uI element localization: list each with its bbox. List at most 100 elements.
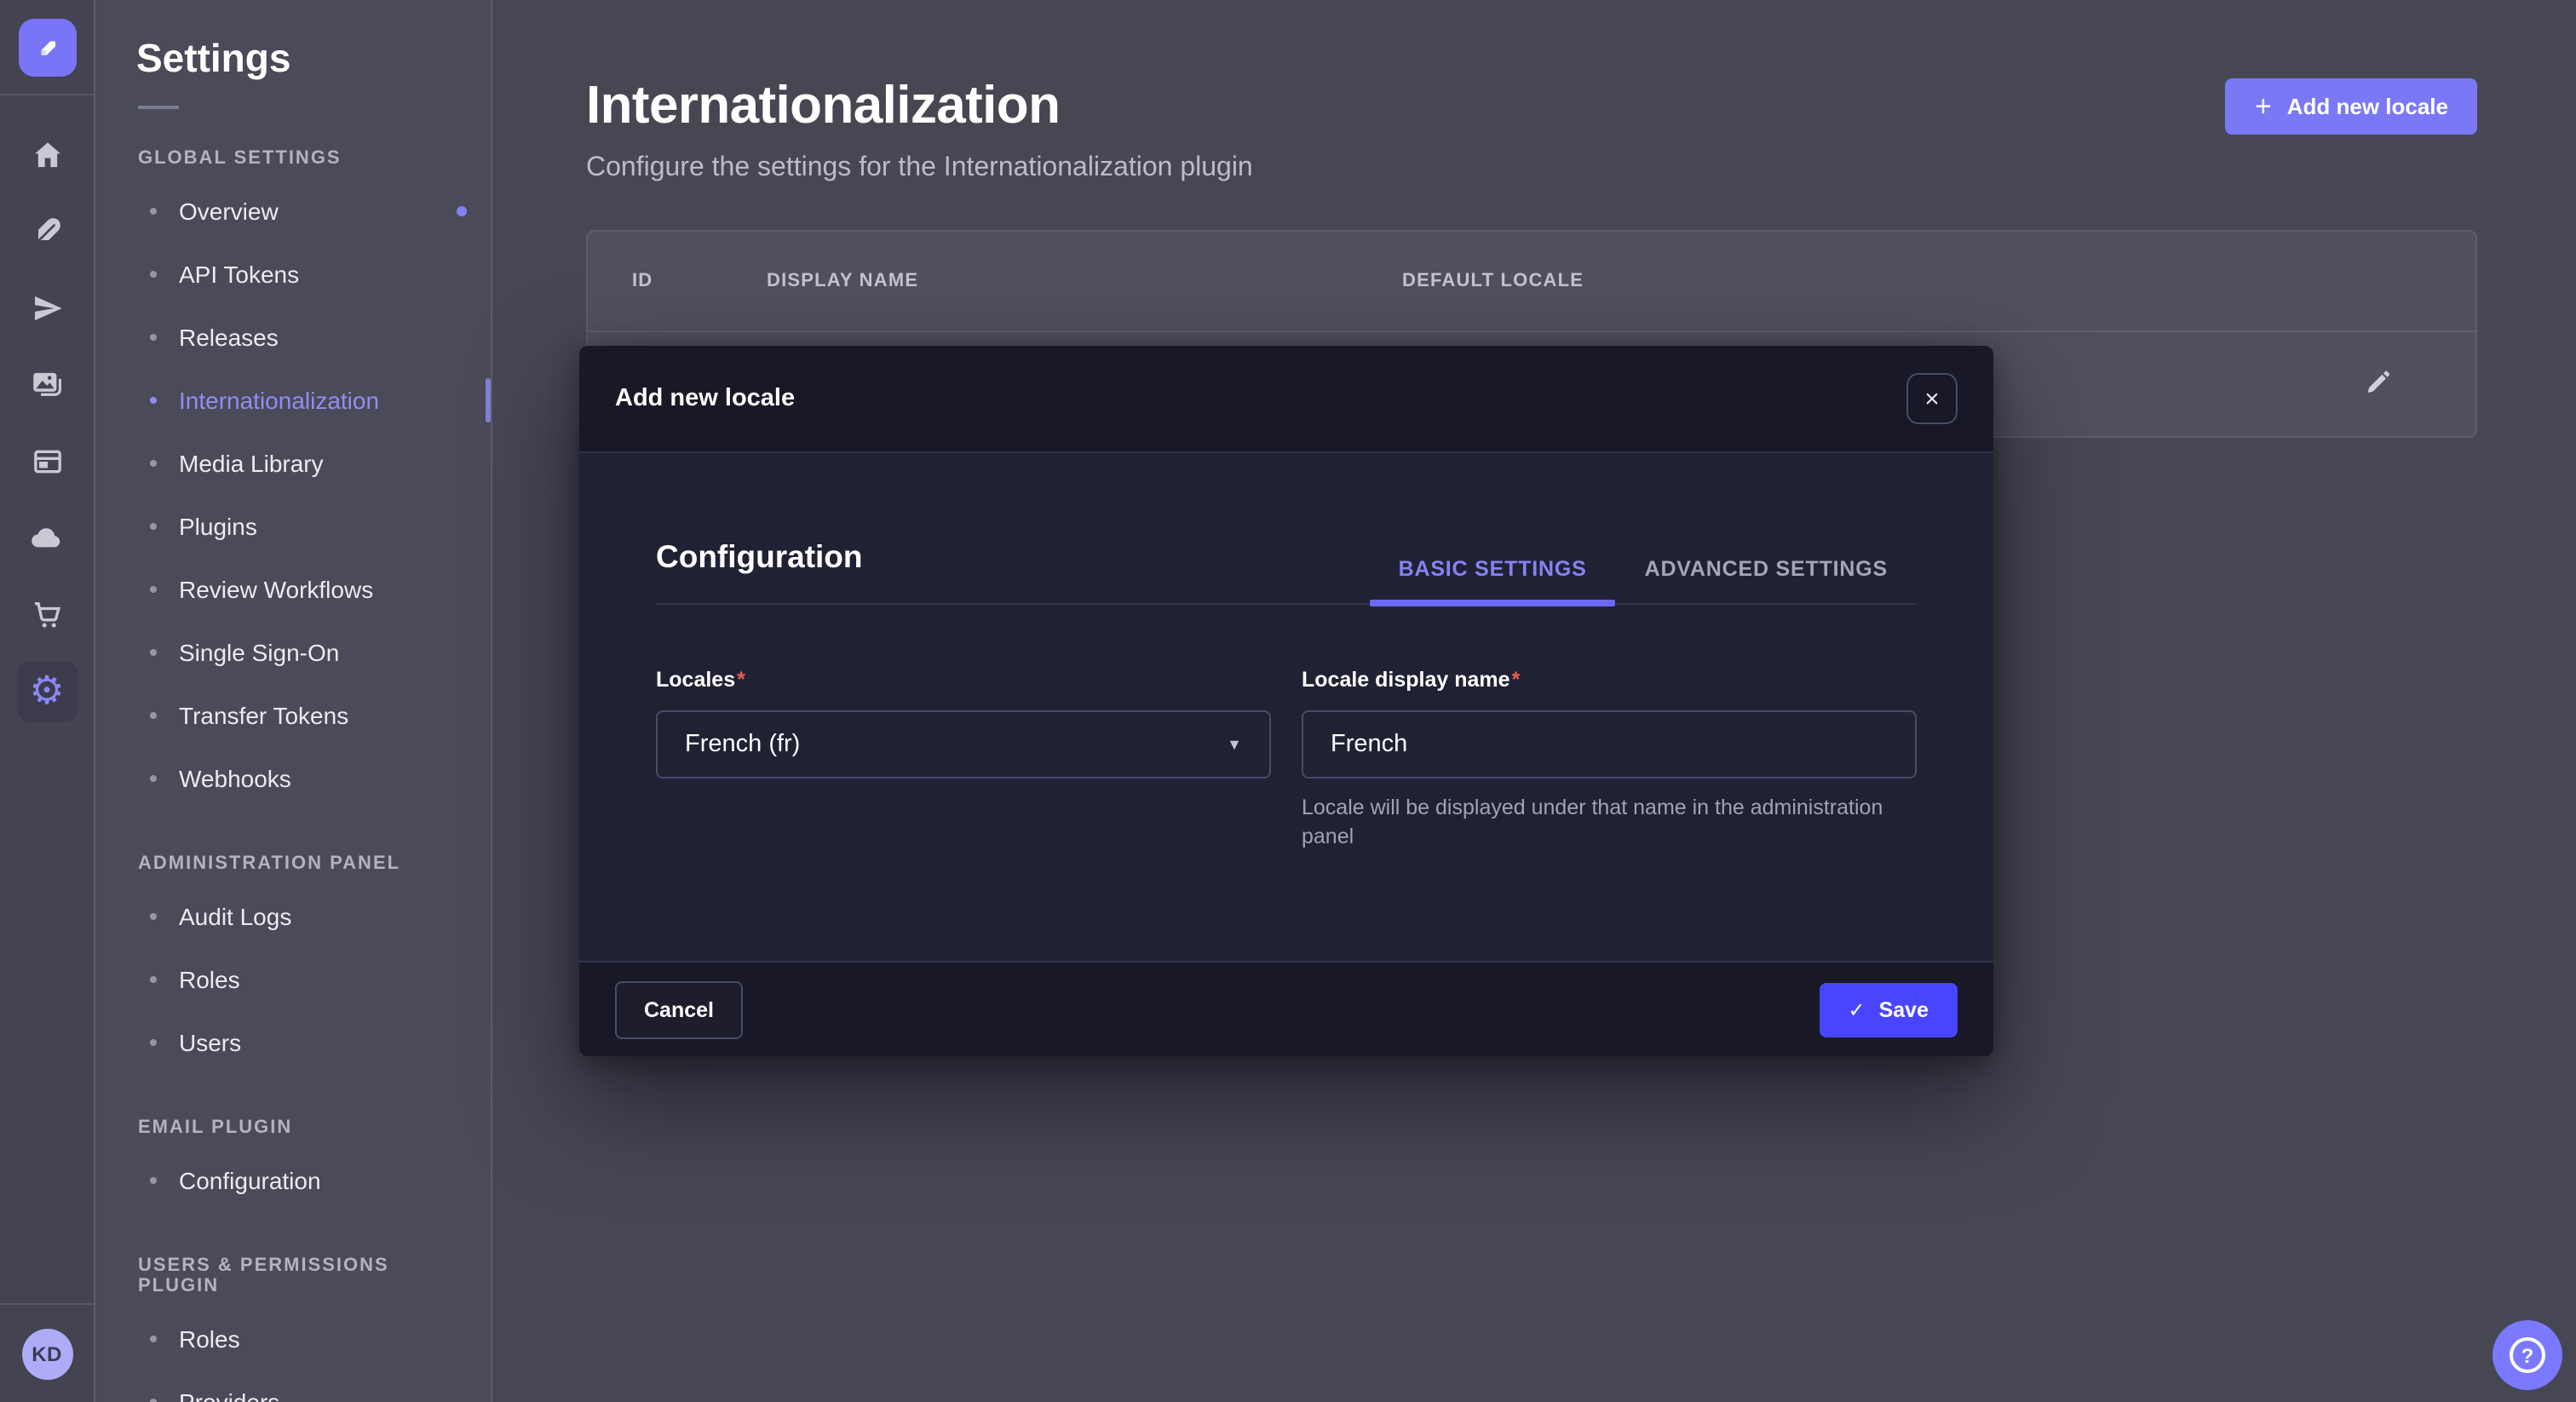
page-header: Internationalization Configure the setti… (586, 75, 2477, 184)
rail-item-deploy[interactable] (0, 269, 94, 346)
rail-item-marketplace[interactable] (0, 576, 94, 652)
tab-basic-settings[interactable]: BASIC SETTINGS (1370, 557, 1616, 603)
bullet-icon (150, 585, 157, 592)
column-header-default-locale: DEFAULT LOCALE (1402, 271, 1584, 291)
feather-icon (30, 214, 64, 248)
check-icon: ✓ (1848, 997, 1865, 1021)
cart-icon (30, 597, 64, 631)
modal-footer: Cancel ✓ Save (579, 961, 1993, 1056)
sidebar-item-plugins[interactable]: Plugins (95, 494, 491, 557)
locales-field-group: Locales* French (fr) ▼ (656, 668, 1271, 853)
sidebar-title-rule (138, 106, 179, 109)
sidebar-item-users[interactable]: Users (95, 1010, 491, 1073)
bullet-icon (150, 396, 157, 403)
save-button[interactable]: ✓ Save (1819, 982, 1958, 1037)
section-email-plugin: EMAIL PLUGIN (138, 1118, 450, 1138)
gear-icon: ⚙ (29, 671, 64, 710)
active-indicator (485, 377, 491, 422)
chevron-down-icon: ▼ (1227, 736, 1242, 753)
cloud-icon (29, 520, 65, 555)
cancel-button[interactable]: Cancel (615, 980, 743, 1038)
configuration-header-row: Configuration BASIC SETTINGS ADVANCED SE… (656, 538, 1917, 605)
modal-header: Add new locale × (579, 346, 1993, 453)
modal-close-button[interactable]: × (1906, 373, 1958, 424)
sidebar-item-up-roles[interactable]: Roles (95, 1307, 491, 1370)
strapi-logo-icon (32, 32, 62, 63)
section-users-permissions-plugin: USERS & PERMISSIONS PLUGIN (138, 1255, 450, 1296)
section-administration-panel: ADMINISTRATION PANEL (138, 853, 450, 874)
sidebar-item-admin-roles[interactable]: Roles (95, 947, 491, 1010)
sidebar-item-transfer-tokens[interactable]: Transfer Tokens (95, 683, 491, 746)
sidebar-item-audit-logs[interactable]: Audit Logs (95, 884, 491, 947)
page-subtitle: Configure the settings for the Internati… (586, 153, 1253, 184)
notification-dot (457, 205, 467, 215)
home-icon (30, 137, 64, 171)
bullet-icon (150, 522, 157, 529)
required-asterisk: * (737, 668, 745, 692)
edit-locale-button[interactable] (2363, 367, 2392, 401)
locales-select[interactable]: French (fr) ▼ (656, 710, 1271, 779)
required-asterisk: * (1512, 668, 1521, 692)
bullet-icon (150, 711, 157, 718)
add-new-locale-button[interactable]: + Add new locale (2226, 78, 2477, 135)
rail-bottom: KD (0, 1303, 94, 1402)
sidebar-item-providers[interactable]: Providers (95, 1370, 491, 1402)
display-name-label: Locale display name (1302, 668, 1510, 692)
rail-bottom-divider (0, 1303, 94, 1305)
rail-item-cloud[interactable] (0, 499, 94, 576)
modal-body: Configuration BASIC SETTINGS ADVANCED SE… (579, 453, 1993, 961)
settings-sidebar: Settings GLOBAL SETTINGS Overview API To… (95, 0, 492, 1402)
images-icon (29, 366, 65, 402)
pencil-icon (2363, 367, 2392, 396)
icon-rail: ⚙ KD (0, 0, 95, 1402)
close-icon: × (1924, 386, 1940, 411)
add-locale-modal: Add new locale × Configuration BASIC SET… (579, 346, 1993, 1056)
sidebar-item-webhooks[interactable]: Webhooks (95, 746, 491, 809)
rail-item-home[interactable] (0, 116, 94, 192)
sidebar-item-overview[interactable]: Overview (95, 179, 491, 242)
rail-item-settings[interactable]: ⚙ (0, 652, 94, 729)
settings-active-bg: ⚙ (16, 660, 78, 721)
sidebar-item-api-tokens[interactable]: API Tokens (95, 242, 491, 305)
bullet-icon (150, 1335, 157, 1342)
paper-plane-icon (30, 290, 64, 325)
display-name-helper-text: Locale will be displayed under that name… (1302, 794, 1892, 853)
bullet-icon (150, 774, 157, 781)
sidebar-title: Settings (136, 36, 491, 82)
rail-item-content-manager[interactable] (0, 422, 94, 499)
locales-label: Locales (656, 668, 735, 692)
table-header-row: ID DISPLAY NAME DEFAULT LOCALE (588, 232, 2475, 330)
sidebar-item-media-library[interactable]: Media Library (95, 431, 491, 494)
bullet-icon (150, 1038, 157, 1045)
bullet-icon (150, 912, 157, 919)
user-avatar[interactable]: KD (21, 1329, 72, 1380)
sidebar-item-email-configuration[interactable]: Configuration (95, 1148, 491, 1211)
column-header-display-name: DISPLAY NAME (767, 271, 1402, 291)
bullet-icon (150, 333, 157, 340)
help-button[interactable]: ? (2493, 1320, 2562, 1390)
sidebar-item-releases[interactable]: Releases (95, 305, 491, 368)
layout-icon (30, 444, 64, 478)
bullet-icon (150, 1398, 157, 1402)
strapi-logo[interactable] (18, 19, 76, 77)
section-global-settings: GLOBAL SETTINGS (138, 148, 450, 169)
sidebar-item-review-workflows[interactable]: Review Workflows (95, 557, 491, 620)
display-name-input[interactable] (1302, 710, 1917, 779)
bullet-icon (150, 270, 157, 277)
configuration-title: Configuration (656, 538, 863, 603)
sidebar-item-single-sign-on[interactable]: Single Sign-On (95, 620, 491, 683)
page-title: Internationalization (586, 75, 1253, 136)
plus-icon: + (2255, 95, 2272, 118)
bullet-icon (150, 1176, 157, 1183)
tab-advanced-settings[interactable]: ADVANCED SETTINGS (1616, 557, 1917, 603)
modal-title: Add new locale (615, 385, 795, 412)
settings-tabs: BASIC SETTINGS ADVANCED SETTINGS (1370, 557, 1917, 603)
bullet-icon (150, 207, 157, 214)
locale-form: Locales* French (fr) ▼ Locale display na… (656, 668, 1917, 853)
locales-select-value: French (fr) (685, 731, 800, 758)
sidebar-item-internationalization[interactable]: Internationalization (95, 368, 491, 431)
rail-item-media[interactable] (0, 346, 94, 422)
rail-nav: ⚙ (0, 95, 94, 729)
bullet-icon (150, 459, 157, 466)
rail-item-content[interactable] (0, 192, 94, 269)
